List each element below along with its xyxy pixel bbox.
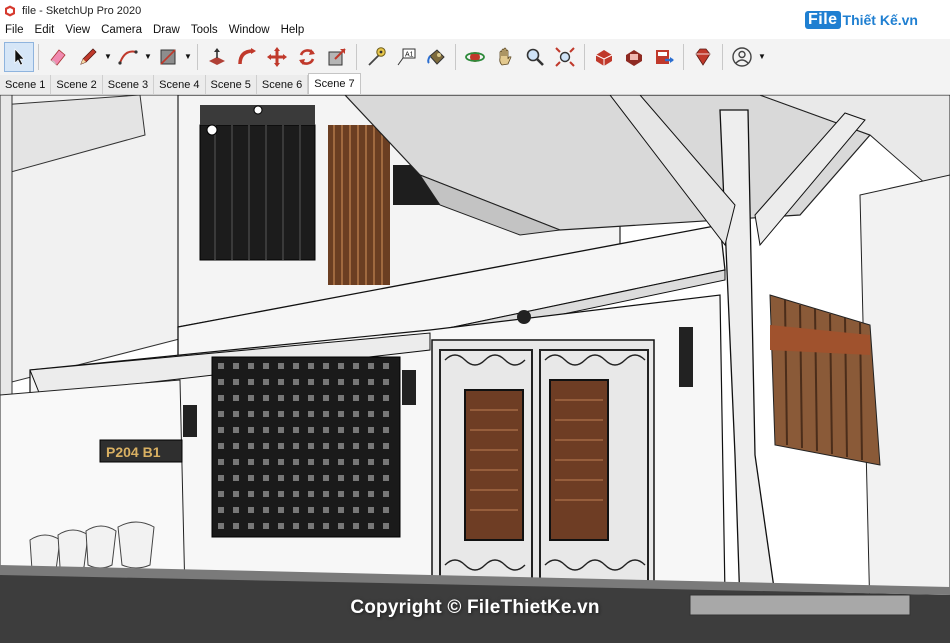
tape-measure-tool-button[interactable] [361, 42, 391, 72]
ceiling-lamp-icon [517, 310, 531, 324]
move-arrows-icon [267, 46, 287, 67]
magnifier-icon [526, 48, 544, 66]
window-title: file - SketchUp Pro 2020 [22, 4, 142, 17]
follow-me-icon [238, 47, 256, 64]
arc-tool-button[interactable] [113, 42, 143, 72]
tab-scene-4[interactable]: Scene 4 [154, 75, 206, 94]
toolbar-separator [455, 43, 456, 70]
menu-bar: File Edit View Camera Draw Tools Window … [0, 21, 310, 39]
tab-scene-3[interactable]: Scene 3 [102, 75, 155, 94]
zoom-extents-tool-button[interactable] [550, 42, 580, 72]
menu-camera[interactable]: Camera [96, 24, 148, 36]
pushpull-tool-button[interactable] [202, 42, 232, 72]
toolbar-separator [683, 43, 684, 70]
send-to-layout-tool-button[interactable] [649, 42, 679, 72]
scene-tabs: Scene 1 Scene 2 Scene 3 Scene 4 Scene 5 … [0, 73, 950, 95]
paint-bucket-icon [427, 48, 445, 65]
tab-scene-7[interactable]: Scene 7 [308, 73, 361, 94]
move-tool-button[interactable] [262, 42, 292, 72]
warehouse-tool-button[interactable] [589, 42, 619, 72]
filethietke-logo: File Thiết Kế.vn [804, 11, 918, 29]
gate-wood-panel-left [464, 389, 524, 541]
rotate-icon [299, 48, 315, 65]
wall-lamp-icon [679, 327, 693, 387]
paint-bucket-tool-button[interactable] [421, 42, 451, 72]
eraser-icon [50, 48, 66, 66]
model-viewport[interactable]: P204 B1 [0, 95, 950, 643]
house-model-render: P204 B1 [0, 95, 950, 643]
sketchup-logo-icon [4, 5, 16, 17]
svg-text:A1: A1 [405, 51, 414, 58]
extension-warehouse-icon [626, 49, 642, 66]
wall-lamp-icon [402, 370, 416, 405]
shape-tool-button[interactable] [153, 42, 183, 72]
brand-rest-text: Thiết Kế.vn [842, 12, 918, 28]
copyright-watermark: Copyright © FileThietKe.vn [350, 597, 600, 618]
toolbar-separator [197, 43, 198, 70]
rotate-tool-button[interactable] [292, 42, 322, 72]
zoom-extents-icon [555, 46, 575, 67]
menu-view[interactable]: View [60, 24, 96, 36]
extension-warehouse-tool-button[interactable] [619, 42, 649, 72]
layout-icon [656, 49, 674, 64]
main-toolbar: ▼ ▼ ▼ A1 ▼ [0, 39, 950, 74]
arc-tool-dropdown[interactable]: ▼ [143, 42, 153, 72]
tab-scene-5[interactable]: Scene 5 [205, 75, 257, 94]
wall-lamp-icon [183, 405, 197, 437]
ruby-gem-icon [695, 48, 711, 66]
toolbar-separator [38, 43, 39, 70]
line-tool-button[interactable] [73, 42, 103, 72]
upper-window-left [199, 124, 316, 261]
3d-warehouse-icon [595, 49, 613, 66]
account-dropdown[interactable]: ▼ [757, 42, 767, 72]
text-tool-button[interactable]: A1 [391, 42, 421, 72]
orbit-icon [465, 51, 485, 62]
menu-window[interactable]: Window [224, 24, 276, 36]
scale-icon [328, 47, 346, 65]
menu-draw[interactable]: Draw [148, 24, 186, 36]
brand-file-text: File [804, 11, 841, 29]
eraser-tool-button[interactable] [43, 42, 73, 72]
toolbar-separator [356, 43, 357, 70]
menu-help[interactable]: Help [276, 24, 311, 36]
select-tool-button[interactable] [4, 41, 34, 72]
menu-tools[interactable]: Tools [186, 24, 224, 36]
tab-scene-6[interactable]: Scene 6 [256, 75, 309, 94]
zoom-tool-button[interactable] [520, 42, 550, 72]
account-tool-button[interactable] [727, 42, 757, 72]
user-account-icon [732, 46, 752, 67]
push-pull-icon [209, 47, 225, 65]
toolbar-separator [584, 43, 585, 70]
arc-icon [118, 49, 138, 65]
shape-tool-dropdown[interactable]: ▼ [183, 42, 193, 72]
pencil-icon [80, 47, 97, 65]
tab-scene-1[interactable]: Scene 1 [0, 75, 52, 94]
cursor-arrow-icon [14, 47, 25, 65]
hand-icon [499, 47, 512, 65]
line-tool-dropdown[interactable]: ▼ [103, 42, 113, 72]
menu-file[interactable]: File [0, 24, 30, 36]
pan-tool-button[interactable] [490, 42, 520, 72]
rectangle-icon [160, 48, 176, 65]
ruby-console-tool-button[interactable] [688, 42, 718, 72]
tab-scene-2[interactable]: Scene 2 [51, 75, 103, 94]
house-number-text: P204 B1 [106, 444, 161, 460]
tape-measure-icon [368, 46, 386, 66]
scale-tool-button[interactable] [322, 42, 352, 72]
toolbar-separator [722, 43, 723, 70]
text-a1-icon: A1 [397, 48, 416, 65]
followme-tool-button[interactable] [232, 42, 262, 72]
orbit-tool-button[interactable] [460, 42, 490, 72]
menu-edit[interactable]: Edit [30, 24, 61, 36]
